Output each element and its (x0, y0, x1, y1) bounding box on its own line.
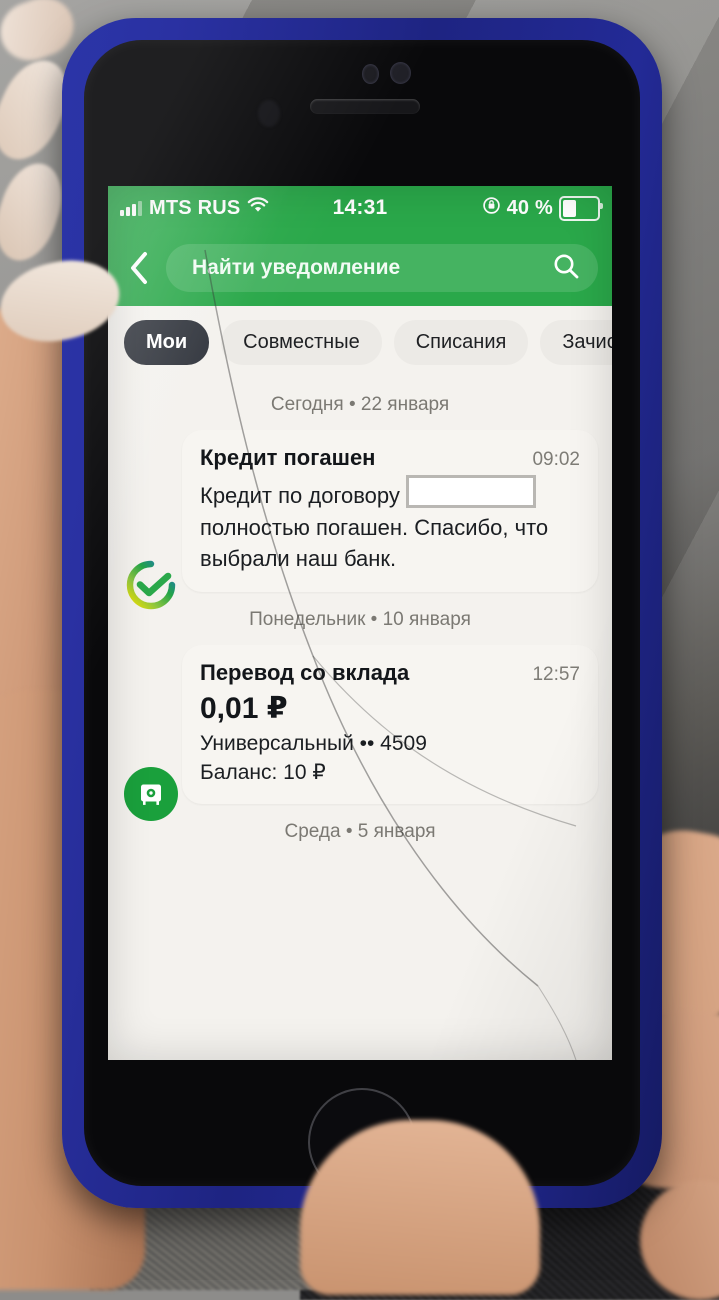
notification-header: Перевод со вклада 12:57 (200, 660, 580, 686)
day-separator-wednesday: Среда • 5 января (284, 821, 436, 843)
search-input[interactable]: Найти уведомление (166, 244, 598, 292)
tab-credits[interactable]: Зачис (540, 320, 612, 365)
proximity-sensor-icon (390, 62, 411, 84)
notification-balance: Баланс: 10 ₽ (200, 760, 326, 784)
day-separator-today: Сегодня • 22 января (270, 394, 450, 415)
notification-title: Перевод со вклада (200, 660, 410, 686)
notification-time: 12:57 (532, 664, 580, 686)
phone-screen: MTS RUS 14:31 40 % Найти уведомление Мои… (108, 186, 612, 1060)
search-header: Найти уведомление (108, 230, 612, 306)
battery-icon (559, 195, 603, 221)
status-bar-clock: 14:31 (332, 196, 388, 219)
redacted-contract-number (406, 475, 537, 508)
notifications-feed[interactable]: Сегодня • 22 января Кредит погашен 09:02… (108, 377, 612, 1060)
search-placeholder-label: Найти уведомление (192, 256, 401, 279)
front-camera-icon (362, 64, 379, 84)
search-icon[interactable] (552, 252, 580, 285)
tabs-row: Мои Совместные Списания Зачис (108, 306, 612, 377)
notification-header: Кредит погашен 09:02 (200, 445, 580, 471)
tab-debits[interactable]: Списания (393, 320, 529, 365)
notification-amount: 0,01 ₽ (200, 692, 288, 726)
notification-row[interactable]: Перевод со вклада 12:57 0,01 ₽ Универсал… (108, 645, 612, 822)
tab-my[interactable]: Мои (124, 320, 210, 365)
notification-body: Кредит по договору полностью погашен. Сп… (200, 475, 580, 575)
light-sensor-icon (258, 100, 280, 127)
sberbank-logo-icon (124, 558, 178, 612)
earpiece-speaker-icon (310, 99, 420, 114)
tab-joint[interactable]: Совместные (221, 320, 382, 365)
notification-account: Универсальный •• 4509 (200, 732, 427, 756)
status-bar: MTS RUS 14:31 40 % (108, 186, 612, 230)
safe-deposit-icon (124, 767, 178, 822)
day-separator-monday: Понедельник • 10 января (249, 609, 471, 631)
back-button[interactable] (122, 248, 156, 288)
notification-body-after: полностью погашен. Спасибо, что выбрали … (200, 514, 549, 572)
notification-card-deposit-transfer[interactable]: Перевод со вклада 12:57 0,01 ₽ Универсал… (182, 645, 598, 805)
notification-body-before: Кредит по договору (200, 483, 400, 508)
notification-title: Кредит погашен (200, 445, 376, 470)
notification-card-loan-repaid[interactable]: Кредит погашен 09:02 Кредит по договору … (182, 430, 598, 593)
back-chevron-icon (131, 252, 147, 284)
notification-row[interactable]: Кредит погашен 09:02 Кредит по договору … (108, 430, 612, 610)
notification-time: 09:02 (532, 449, 580, 470)
